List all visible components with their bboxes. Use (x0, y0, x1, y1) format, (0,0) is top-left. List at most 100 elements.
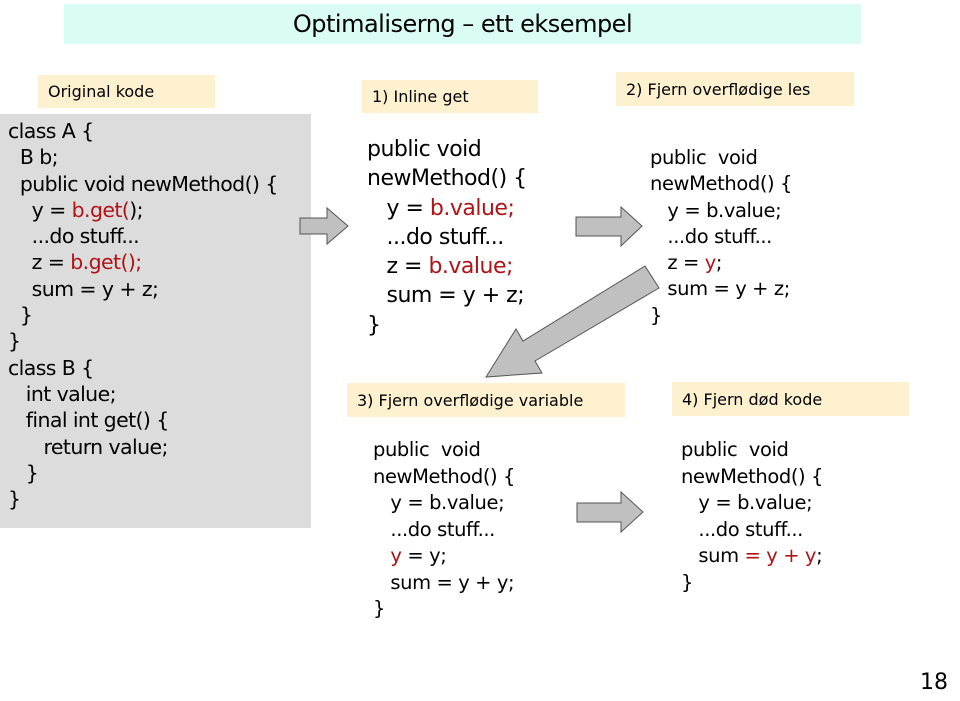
code-line: sum = y + z; (8, 276, 278, 302)
code-line: newMethod() { (650, 171, 792, 197)
code-text: } (681, 570, 694, 594)
step3-code-block: public void newMethod() { y = b.value; ..… (373, 437, 515, 623)
code-line: } (650, 303, 792, 329)
code-text: ...do stuff... (681, 517, 803, 541)
step1-label-text: 1) Inline get (372, 87, 469, 106)
code-text: newMethod() { (681, 464, 824, 488)
code-text: public void newMethod() { (8, 171, 279, 196)
code-line: public void (367, 137, 527, 166)
code-text: y = b.value; (373, 491, 505, 514)
code-line: final int get() { (8, 407, 278, 433)
code-text: final int get() { (8, 408, 170, 433)
code-text: return value; (8, 434, 168, 459)
code-line: z = b.get(); (8, 249, 278, 275)
page-number: 18 (920, 670, 948, 695)
step4-label: 4) Fjern død kode (672, 382, 909, 416)
step2-label-text: 2) Fjern overflødige les (626, 79, 811, 99)
code-line: class A { (8, 118, 278, 144)
arrow-step1-to-step2 (575, 205, 643, 248)
arrow-down-left-icon (485, 265, 660, 378)
code-text: sum = y + z; (8, 276, 159, 301)
code-line: newMethod() { (367, 166, 527, 195)
code-line: sum = y + z; (650, 276, 792, 302)
code-line: ...do stuff... (367, 225, 527, 254)
code-text: } (8, 460, 39, 485)
code-text: class B { (8, 355, 94, 380)
code-line: ...do stuff... (650, 224, 792, 250)
code-highlight: y (704, 251, 717, 275)
code-line: } (8, 460, 278, 486)
code-text: y = b.value; (681, 491, 813, 514)
code-line: } (681, 570, 823, 597)
code-text: public void (367, 137, 482, 162)
arrow-step3-to-step4 (576, 490, 644, 534)
arrow-right-icon (299, 206, 349, 246)
code-text: } (367, 312, 381, 338)
code-text: } (8, 329, 21, 354)
code-line: class B { (8, 355, 278, 381)
code-text: ; (816, 544, 823, 567)
code-line: } (8, 328, 278, 354)
code-text: newMethod() { (373, 464, 516, 488)
arrow-original-to-step1 (299, 206, 349, 246)
code-text: public void (373, 438, 481, 461)
code-text: sum = y + z; (650, 277, 790, 301)
code-highlight: y (390, 544, 402, 567)
code-text: ...do stuff... (367, 224, 504, 250)
original-code-label-text: Original kode (48, 82, 155, 101)
code-text: z = (8, 250, 71, 275)
step4-code-block: public void newMethod() { y = b.value; ..… (681, 437, 823, 596)
code-line: } (8, 486, 278, 512)
code-text: ...do stuff... (8, 224, 140, 249)
code-text: y = b.value; (650, 198, 782, 222)
code-line: y = b.value; (373, 490, 515, 517)
code-text: } (8, 487, 21, 512)
code-line: sum = y + y; (681, 543, 823, 570)
slide-title: Optimaliserng – ett eksempel (292, 10, 633, 38)
code-line: ...do stuff... (373, 517, 515, 544)
code-text: sum = y + y; (373, 570, 515, 594)
code-text: ); (129, 197, 143, 222)
code-text: int value; (8, 381, 117, 406)
code-line: y = b.value; (367, 196, 527, 225)
code-line: newMethod() { (681, 464, 823, 491)
arrow-step2-to-step3 (485, 265, 660, 378)
code-line: return value; (8, 434, 278, 460)
code-text: } (8, 303, 33, 328)
code-line: public void newMethod() { (8, 171, 279, 197)
code-line: y = y; (373, 543, 515, 570)
code-line: B b; (8, 144, 278, 170)
step3-label: 3) Fjern overflødige variable (347, 383, 625, 417)
code-text: ...do stuff... (373, 517, 495, 541)
code-text: y = (8, 197, 72, 222)
arrow-right-icon (576, 490, 644, 534)
code-text: public void (650, 146, 758, 169)
code-line: int value; (8, 381, 278, 407)
code-highlight: = y + y (744, 544, 817, 567)
slide-title-bar: Optimaliserng – ett eksempel (64, 4, 861, 44)
code-line: y = b.value; (681, 490, 823, 517)
code-highlight: b.get( (71, 197, 130, 222)
code-line: ...do stuff... (8, 223, 278, 249)
code-highlight: b.value; (429, 195, 515, 221)
code-text: class A { (8, 119, 94, 143)
step3-label-text: 3) Fjern overflødige variable (357, 390, 584, 410)
code-text: newMethod() { (650, 172, 793, 196)
code-line: z = y; (650, 250, 792, 276)
code-line: public void (373, 437, 515, 464)
original-code-label: Original kode (38, 75, 215, 108)
code-line: y = b.get(); (8, 197, 278, 223)
code-line: ...do stuff... (681, 517, 823, 544)
code-line: y = b.value; (650, 198, 792, 224)
step2-code-block: public void newMethod() { y = b.value; ..… (650, 145, 792, 329)
code-line: } (373, 596, 515, 623)
code-text: } (373, 597, 386, 620)
original-code-block: class A { B b; public void newMethod() {… (8, 118, 278, 512)
code-text: z = (367, 254, 429, 280)
code-text: ...do stuff... (650, 224, 772, 248)
code-highlight: b.get(); (70, 250, 142, 275)
code-text: = y; (401, 544, 447, 567)
code-text: y = (367, 195, 430, 221)
code-text: ; (715, 251, 723, 275)
